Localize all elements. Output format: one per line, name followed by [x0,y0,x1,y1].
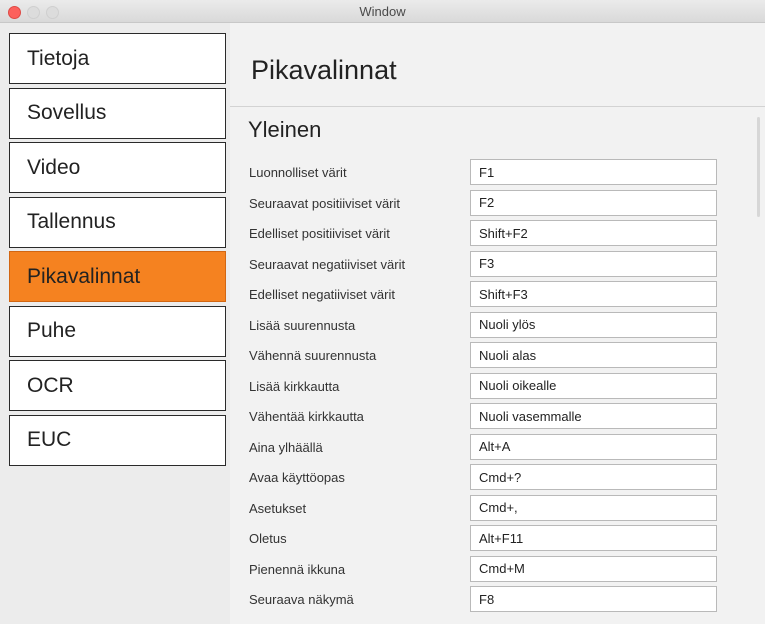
page-title: Pikavalinnat [251,55,397,85]
shortcut-label: Vähennä suurennusta [249,348,377,363]
shortcut-input[interactable] [470,281,717,307]
shortcut-input[interactable] [470,464,717,490]
shortcut-row: Aina ylhäällä [230,432,765,462]
shortcut-row: Seuraavat positiiviset värit [230,188,765,218]
shortcut-row: Edelliset positiiviset värit [230,218,765,248]
main-content: Pikavalinnat Yleinen Luonnolliset värit S… [230,23,765,624]
shortcut-label: Luonnolliset värit [249,165,347,180]
sidebar-item-tallennus[interactable]: Tallennus [9,196,226,248]
shortcut-input[interactable] [470,586,717,612]
shortcut-input[interactable] [470,403,717,429]
shortcut-row: Oletus [230,523,765,553]
section-title: Yleinen [248,117,322,142]
shortcut-label: Lisää suurennusta [249,317,356,333]
shortcut-label: Seuraava näkymä [249,592,354,607]
shortcut-input[interactable] [470,311,717,338]
sidebar-item-euc[interactable]: EUC [9,414,226,466]
sidebar-item-tietoja[interactable]: Tietoja [9,33,226,84]
shortcut-row: Luonnolliset värit [230,157,765,187]
sidebar-item-pikavalinnat[interactable]: Pikavalinnat [9,251,226,302]
shortcut-row: Lisää kirkkautta [230,371,765,401]
shortcut-label: Edelliset positiiviset värit [249,226,390,241]
window-title: Window [359,4,406,19]
shortcut-label: Pienennä ikkuna [249,561,346,577]
shortcut-row: Vähennä suurennusta [230,340,765,370]
shortcut-input[interactable] [470,433,717,460]
shortcut-input[interactable] [470,220,717,246]
shortcut-label: Aina ylhäällä [249,439,323,455]
shortcut-label: Seuraavat positiiviset värit [249,195,401,211]
shortcut-input[interactable] [470,250,717,277]
page-header: Pikavalinnat [230,23,765,107]
sidebar-item-ocr[interactable]: OCR [9,360,226,411]
shortcut-row: Avaa käyttöopas [230,462,765,492]
shortcut-label: Asetukset [249,500,307,516]
sidebar-item-sovellus[interactable]: Sovellus [9,87,226,139]
sidebar-item-video[interactable]: Video [9,142,226,193]
shortcut-input[interactable] [470,525,717,551]
shortcut-input[interactable] [470,189,717,216]
sidebar: Tietoja Sovellus Video Tallennus Pikavalinna… [0,23,230,624]
shortcut-label: Lisää kirkkautta [249,378,340,394]
shortcut-row: Asetukset [230,493,765,523]
shortcut-label: Edelliset negatiiviset värit [249,287,395,302]
shortcut-input[interactable] [470,494,717,521]
shortcut-row: Pienennä ikkuna [230,554,765,584]
shortcut-row: Edelliset negatiiviset värit [230,279,765,309]
shortcut-label: Oletus [249,531,287,546]
shortcut-input[interactable] [470,159,717,185]
shortcut-input[interactable] [470,372,717,399]
title-bar: Window [0,0,765,23]
shortcut-row: Vähentää kirkkautta [230,401,765,431]
shortcut-row: Seuraava näkymä [230,584,765,614]
shortcut-input[interactable] [470,342,717,368]
shortcut-row: Lisää suurennusta [230,310,765,340]
shortcut-label: Vähentää kirkkautta [249,409,364,424]
shortcut-input[interactable] [470,555,717,582]
shortcut-label: Avaa käyttöopas [249,470,345,485]
sidebar-item-puhe[interactable]: Puhe [9,305,226,357]
shortcut-row: Seuraavat negatiiviset värit [230,249,765,279]
shortcut-label: Seuraavat negatiiviset värit [249,256,406,272]
